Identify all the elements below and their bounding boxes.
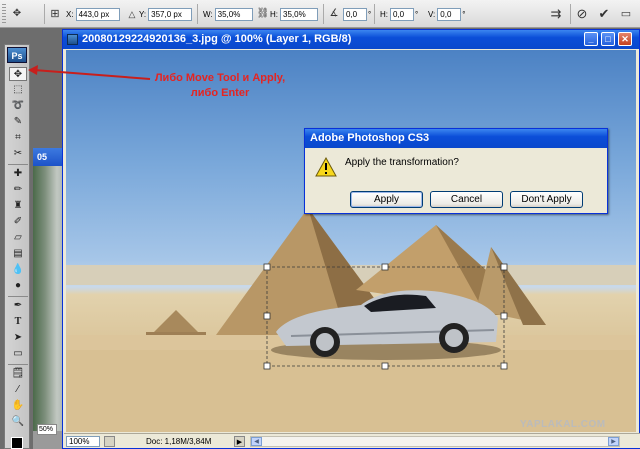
annotation-arrow: [28, 65, 151, 80]
cancel-button[interactable]: Cancel: [430, 191, 503, 208]
apply-transformation-dialog: Adobe Photoshop CS3 Apply the transforma…: [304, 128, 608, 214]
annotation-line-1: Либо Move Tool и Apply,: [154, 72, 286, 84]
dont-apply-button[interactable]: Don't Apply: [510, 191, 583, 208]
dialog-message: Apply the transformation?: [345, 157, 459, 168]
annotation-text: Либо Move Tool и Apply, либо Enter: [138, 71, 302, 101]
warning-icon: [315, 156, 337, 179]
watermark: YAPLAKAL.COM: [520, 419, 606, 430]
apply-button[interactable]: Apply: [350, 191, 423, 208]
dialog-titlebar[interactable]: Adobe Photoshop CS3: [305, 129, 607, 148]
dialog-title: Adobe Photoshop CS3: [310, 132, 430, 144]
annotation-line-2: либо Enter: [190, 87, 250, 99]
